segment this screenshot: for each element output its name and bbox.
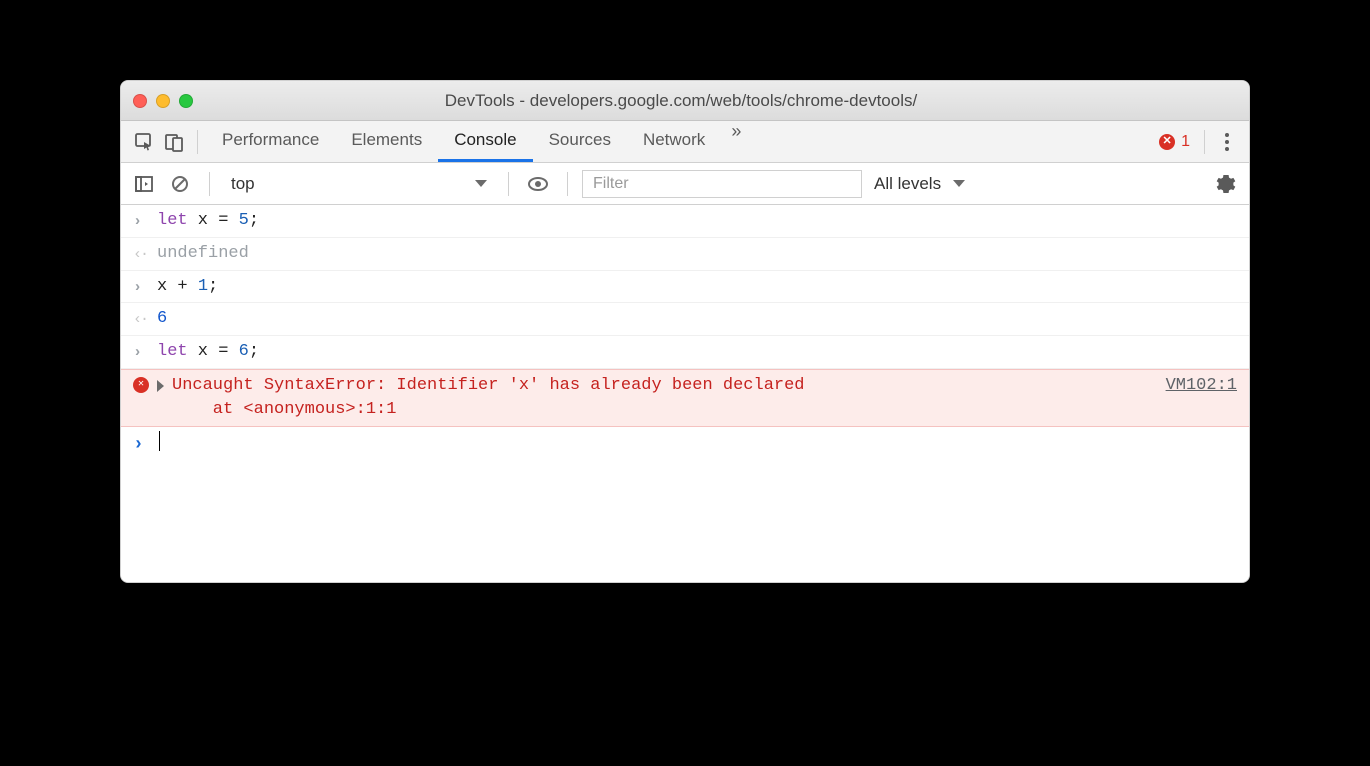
tab-sources[interactable]: Sources — [533, 121, 627, 162]
tab-console[interactable]: Console — [438, 121, 532, 162]
tab-performance[interactable]: Performance — [206, 121, 335, 162]
console-output: let x = 5; undefined x + 1; 6 let x = 6; Unc… — [121, 205, 1249, 582]
prompt-icon — [133, 431, 157, 458]
live-expression-icon[interactable] — [523, 169, 553, 199]
show-console-sidebar-icon[interactable] — [129, 169, 159, 199]
output-marker-icon — [133, 307, 157, 330]
devtools-window: DevTools - developers.google.com/web/too… — [120, 80, 1250, 583]
log-levels-selector[interactable]: All levels — [868, 174, 971, 194]
filter-input[interactable] — [582, 170, 862, 198]
code-text: let x = 5; — [157, 209, 259, 233]
console-input-row: let x = 6; — [121, 336, 1249, 369]
console-input[interactable] — [157, 431, 160, 455]
inspect-icon[interactable] — [129, 127, 159, 157]
input-marker-icon — [133, 275, 157, 298]
console-settings-icon[interactable] — [1211, 169, 1241, 199]
code-text: 6 — [157, 307, 167, 331]
console-error-row: Uncaught SyntaxError: Identifier 'x' has… — [121, 369, 1249, 427]
tab-label: Console — [454, 130, 516, 150]
input-marker-icon — [133, 209, 157, 232]
code-text: undefined — [157, 242, 249, 266]
console-prompt-row[interactable] — [121, 427, 1249, 462]
panel-tabs: Performance Elements Console Sources Net… — [206, 121, 751, 162]
tab-label: Network — [643, 130, 705, 150]
tab-elements[interactable]: Elements — [335, 121, 438, 162]
more-options-button[interactable] — [1213, 133, 1241, 151]
separator — [197, 130, 198, 154]
clear-console-icon[interactable] — [165, 169, 195, 199]
tab-label: Performance — [222, 130, 319, 150]
device-toolbar-icon[interactable] — [159, 127, 189, 157]
output-marker-icon — [133, 242, 157, 265]
tab-label: Elements — [351, 130, 422, 150]
code-text: let x = 6; — [157, 340, 259, 364]
traffic-lights — [133, 94, 193, 108]
error-count: 1 — [1181, 133, 1190, 151]
caret — [159, 431, 160, 451]
main-toolbar: Performance Elements Console Sources Net… — [121, 121, 1249, 163]
input-marker-icon — [133, 340, 157, 363]
tab-label: Sources — [549, 130, 611, 150]
levels-label: All levels — [874, 174, 941, 194]
console-input-row: let x = 5; — [121, 205, 1249, 238]
separator — [1204, 130, 1205, 154]
code-text: x + 1; — [157, 275, 218, 299]
separator — [209, 172, 210, 196]
error-source-link[interactable]: VM102:1 — [1166, 374, 1237, 398]
tabs-overflow-button[interactable]: » — [721, 121, 751, 162]
titlebar: DevTools - developers.google.com/web/too… — [121, 81, 1249, 121]
chevron-down-icon — [475, 180, 487, 187]
console-toolbar: top All levels — [121, 163, 1249, 205]
console-output-row: 6 — [121, 303, 1249, 336]
expand-error-icon[interactable] — [157, 380, 164, 392]
window-title: DevTools - developers.google.com/web/too… — [193, 91, 1169, 111]
execution-context-selector[interactable]: top — [224, 171, 494, 197]
separator — [508, 172, 509, 196]
close-window-button[interactable] — [133, 94, 147, 108]
error-icon — [1159, 134, 1175, 150]
minimize-window-button[interactable] — [156, 94, 170, 108]
error-icon — [133, 377, 149, 393]
context-label: top — [231, 174, 255, 194]
console-output-row: undefined — [121, 238, 1249, 271]
tab-network[interactable]: Network — [627, 121, 721, 162]
error-count-badge[interactable]: 1 — [1153, 133, 1196, 151]
zoom-window-button[interactable] — [179, 94, 193, 108]
error-message: Uncaught SyntaxError: Identifier 'x' has… — [172, 374, 1150, 422]
console-input-row: x + 1; — [121, 271, 1249, 304]
separator — [567, 172, 568, 196]
chevron-down-icon — [953, 180, 965, 187]
